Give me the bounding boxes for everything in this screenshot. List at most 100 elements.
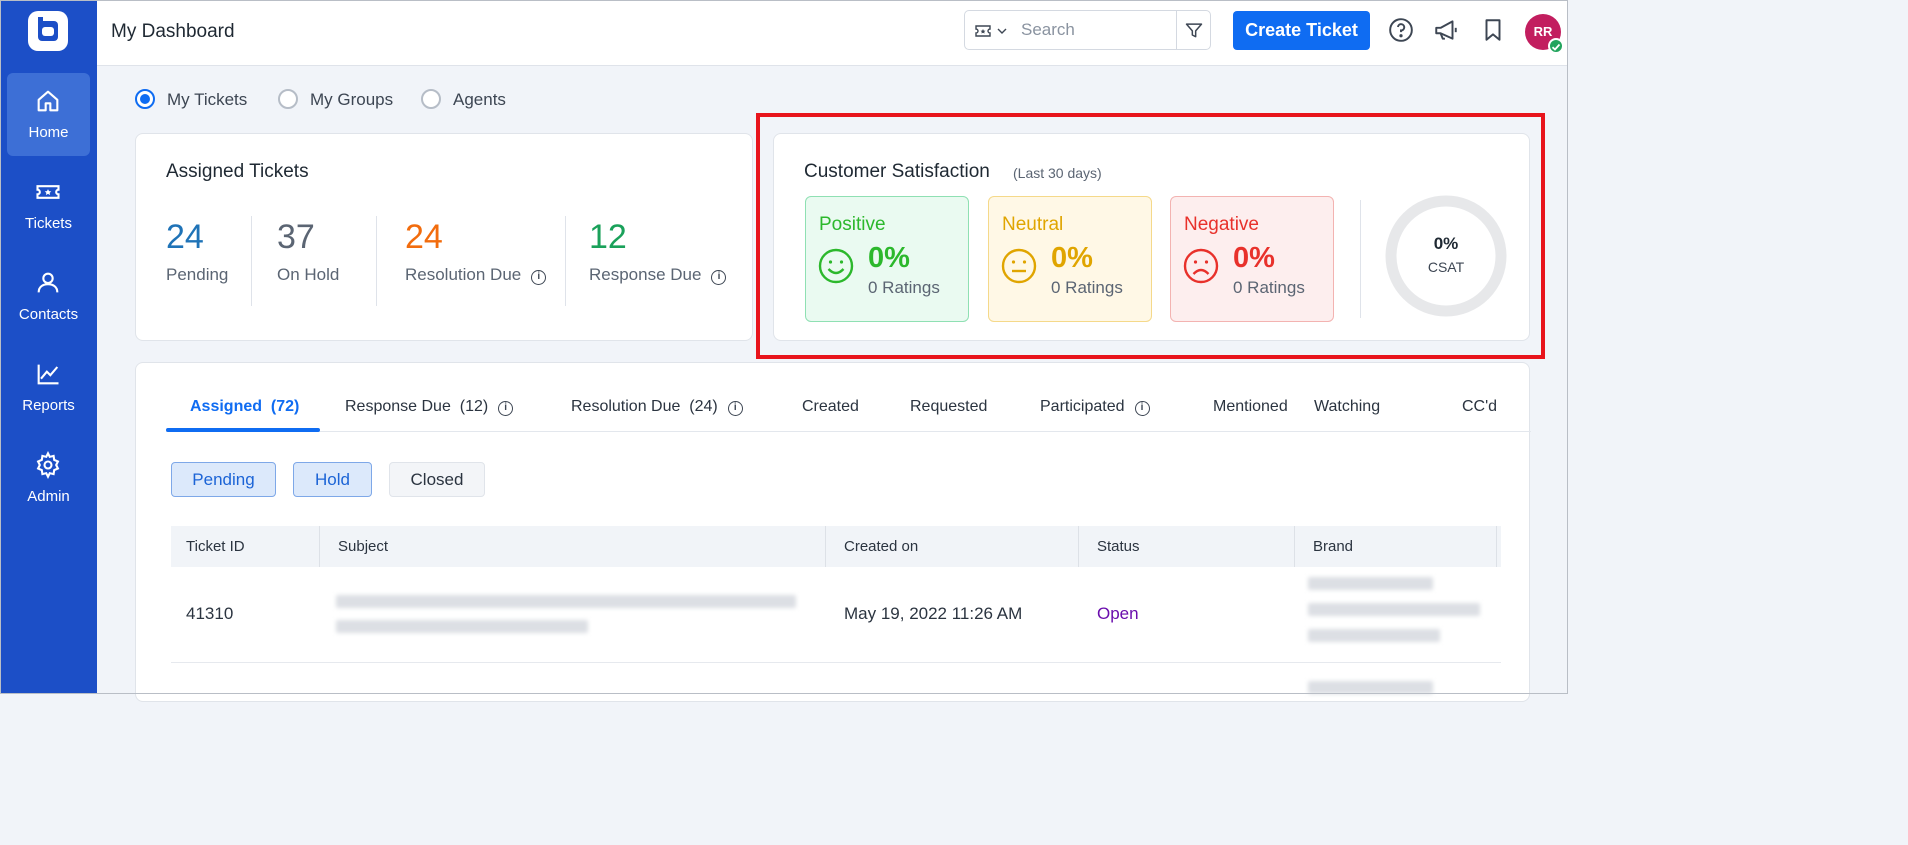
column-header-subject[interactable]: Subject bbox=[323, 526, 388, 567]
radio-button[interactable] bbox=[421, 89, 441, 109]
create-ticket-button[interactable]: Create Ticket bbox=[1233, 11, 1370, 50]
search-divider bbox=[1176, 11, 1177, 49]
tab-response-due[interactable]: Response Due (12) i bbox=[345, 398, 514, 416]
column-divider bbox=[1496, 526, 1497, 567]
column-divider bbox=[825, 526, 826, 567]
subject-cell-redacted[interactable] bbox=[336, 595, 796, 608]
column-header-brand[interactable]: Brand bbox=[1298, 526, 1353, 567]
tab-label: Resolution Due bbox=[571, 398, 681, 415]
column-header-created-on[interactable]: Created on bbox=[829, 526, 918, 567]
brand-cell-redacted bbox=[1308, 681, 1433, 694]
stat-label: Pending bbox=[166, 265, 229, 284]
tab-assigned[interactable]: Assigned (72) bbox=[190, 398, 299, 416]
page-title: My Dashboard bbox=[111, 21, 235, 42]
radio-button[interactable] bbox=[135, 89, 155, 109]
tab-participated[interactable]: Participated i bbox=[1040, 398, 1150, 416]
filter-icon[interactable] bbox=[1184, 20, 1204, 40]
info-icon[interactable]: i bbox=[531, 270, 547, 285]
stat-divider bbox=[251, 216, 252, 306]
radio-button[interactable] bbox=[278, 89, 298, 109]
filter-chip-closed[interactable]: Closed bbox=[389, 462, 485, 497]
sidebar: Home Tickets Contacts Reports Admin bbox=[0, 0, 97, 694]
search-input[interactable] bbox=[1021, 12, 1171, 48]
stat-divider bbox=[565, 216, 566, 306]
sidebar-item-label: Contacts bbox=[18, 306, 79, 323]
subject-cell-redacted bbox=[336, 620, 588, 633]
info-icon[interactable]: i bbox=[498, 401, 514, 416]
tab-resolution-due[interactable]: Resolution Due (24) i bbox=[571, 398, 743, 416]
home-icon bbox=[37, 90, 59, 112]
help-icon[interactable] bbox=[1388, 17, 1414, 43]
ticket-type-dropdown[interactable] bbox=[973, 21, 1013, 41]
sidebar-item-label: Tickets bbox=[25, 215, 72, 232]
highlight-box bbox=[756, 113, 1545, 359]
radio-label: My Groups bbox=[310, 90, 394, 109]
created-on-cell: May 19, 2022 11:26 AM bbox=[844, 604, 1023, 623]
tab-count: (12) bbox=[459, 398, 489, 415]
filter-chip-hold[interactable]: Hold bbox=[293, 462, 372, 497]
stat-response-due[interactable]: 12 Response Due i bbox=[589, 218, 727, 285]
sidebar-item-tickets[interactable]: Tickets bbox=[7, 164, 90, 247]
sidebar-item-admin[interactable]: Admin bbox=[7, 437, 90, 520]
tab-ccd[interactable]: CC'd bbox=[1462, 398, 1497, 416]
column-header-ticket-id[interactable]: Ticket ID bbox=[171, 526, 245, 567]
sidebar-item-label: Home bbox=[28, 124, 69, 141]
stat-label: On Hold bbox=[277, 265, 340, 284]
ticket-icon bbox=[36, 185, 60, 199]
radio-label: My Tickets bbox=[167, 90, 248, 109]
tab-watching[interactable]: Watching bbox=[1314, 398, 1380, 416]
status-badge: Open bbox=[1097, 604, 1139, 623]
column-header-status[interactable]: Status bbox=[1082, 526, 1140, 567]
info-icon[interactable]: i bbox=[727, 401, 743, 416]
tabs-divider bbox=[166, 431, 1531, 432]
tab-count: (72) bbox=[270, 398, 300, 415]
sidebar-item-label: Admin bbox=[27, 488, 70, 505]
brand-cell-redacted bbox=[1308, 577, 1433, 590]
stat-label: Resolution Due bbox=[405, 265, 522, 284]
brand-cell-redacted bbox=[1308, 603, 1480, 616]
info-icon[interactable]: i bbox=[711, 270, 727, 285]
card-title: Assigned Tickets bbox=[166, 161, 309, 182]
stat-divider bbox=[376, 216, 377, 306]
stat-pending[interactable]: 24 Pending bbox=[166, 218, 228, 285]
stat-value: 37 bbox=[277, 218, 315, 256]
tickets-panel: Assigned (72) Response Due (12) i Resolut… bbox=[135, 362, 1531, 702]
stat-value: 24 bbox=[166, 218, 204, 256]
tab-mentioned[interactable]: Mentioned bbox=[1213, 398, 1288, 416]
column-divider bbox=[319, 526, 320, 567]
app-logo[interactable] bbox=[28, 11, 68, 51]
sidebar-item-contacts[interactable]: Contacts bbox=[7, 255, 90, 338]
info-icon[interactable]: i bbox=[1134, 401, 1150, 416]
column-divider bbox=[1078, 526, 1079, 567]
stat-value: 24 bbox=[405, 218, 443, 256]
online-status-icon bbox=[1548, 38, 1564, 54]
sidebar-item-label: Reports bbox=[22, 397, 75, 414]
tab-count: (24) bbox=[689, 398, 718, 415]
announcement-icon[interactable] bbox=[1433, 17, 1459, 43]
column-divider bbox=[1294, 526, 1295, 567]
tab-label: Assigned bbox=[190, 398, 263, 415]
user-icon bbox=[37, 272, 59, 293]
ticket-id-cell[interactable]: 41310 bbox=[186, 604, 233, 624]
tab-created[interactable]: Created bbox=[802, 398, 859, 416]
tab-requested[interactable]: Requested bbox=[910, 398, 987, 416]
stat-resolution-due[interactable]: 24 Resolution Due i bbox=[405, 218, 547, 285]
table-header: Ticket ID Subject Created on Status Bran… bbox=[171, 526, 1501, 567]
gear-icon bbox=[36, 451, 60, 479]
bookmark-icon[interactable] bbox=[1480, 17, 1506, 43]
search-box bbox=[964, 10, 1211, 50]
brand-cell-redacted bbox=[1308, 629, 1440, 642]
filter-chip-pending[interactable]: Pending bbox=[171, 462, 276, 497]
radio-label: Agents bbox=[453, 90, 506, 109]
tab-label: Participated bbox=[1040, 398, 1125, 415]
top-bar: My Dashboard Create Ticket RR bbox=[97, 0, 1568, 66]
stat-value: 12 bbox=[589, 218, 627, 256]
assigned-tickets-card: Assigned Tickets 24 Pending 37 On Hold 2… bbox=[135, 133, 753, 341]
stat-label: Response Due bbox=[589, 265, 702, 284]
sidebar-item-home[interactable]: Home bbox=[7, 73, 90, 156]
tab-label: Response Due bbox=[345, 398, 451, 415]
chart-icon bbox=[37, 364, 59, 385]
sidebar-item-reports[interactable]: Reports bbox=[7, 346, 90, 429]
active-tab-indicator bbox=[166, 428, 320, 432]
stat-on-hold[interactable]: 37 On Hold bbox=[277, 218, 339, 285]
